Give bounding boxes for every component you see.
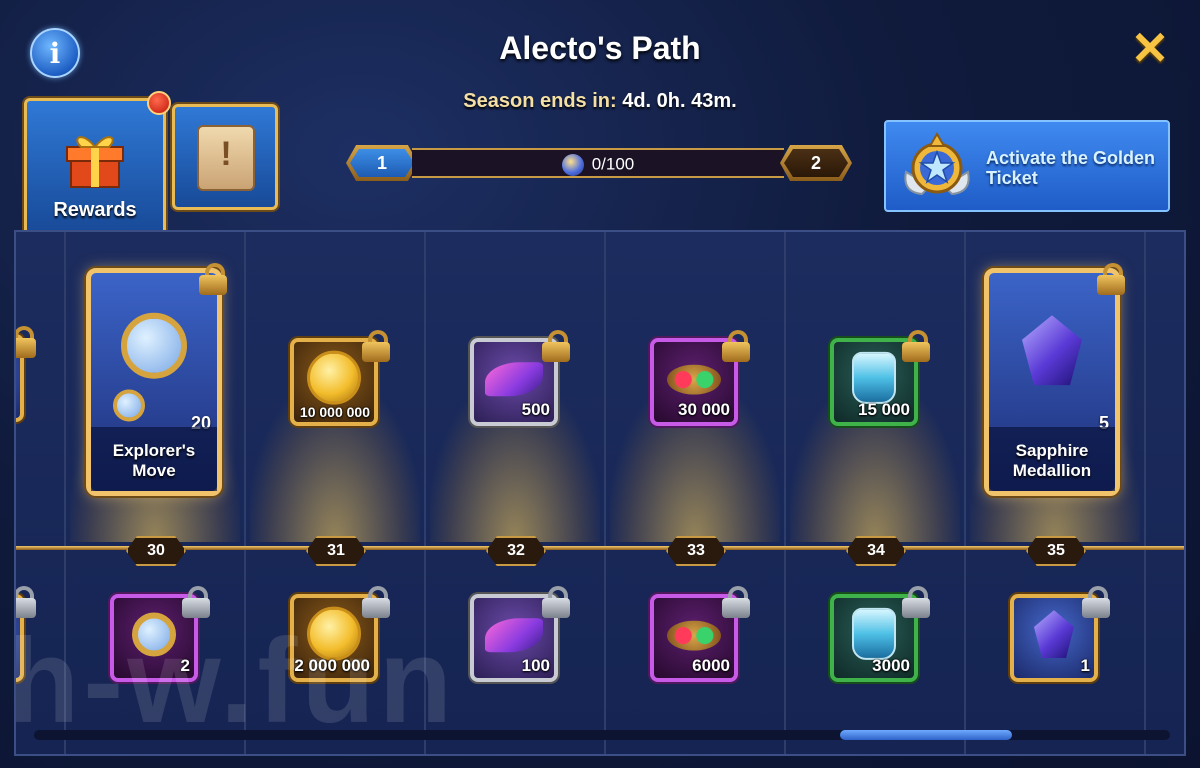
reward-card-sapphire-medallion[interactable]: 5 Sapphire Medallion: [984, 263, 1125, 496]
potion-icon: [852, 351, 896, 404]
level-tag: 30: [126, 536, 186, 566]
sapphire-medallion-icon: [1022, 315, 1082, 386]
item-quantity: 6000: [692, 656, 730, 675]
progress-bar: 0/100: [412, 148, 784, 178]
gold-coin-icon: [307, 350, 361, 405]
season-time: 4d. 0h. 43m.: [622, 90, 737, 112]
reward-track[interactable]: 20 Explorer's Move 10 000 000 500 30 000…: [14, 230, 1186, 756]
column-divider: [964, 232, 966, 754]
lock-icon: [902, 586, 930, 618]
lock-icon: [542, 586, 570, 618]
amulet-icon: [667, 620, 721, 651]
close-button[interactable]: ✕: [1128, 25, 1172, 72]
tab-quests[interactable]: !: [172, 104, 278, 210]
page-title: Alecto's Path: [499, 30, 701, 66]
reward-item-partial[interactable]: [16, 326, 36, 422]
orb-icon: [561, 154, 584, 176]
gift-icon: [66, 136, 124, 188]
reward-item-fragment[interactable]: 100: [470, 586, 570, 682]
horizontal-scrollbar[interactable]: [34, 730, 1170, 740]
level-tag: 32: [486, 536, 546, 566]
reward-item-potion[interactable]: 15 000: [830, 330, 930, 426]
season-label: Season ends in:: [463, 90, 617, 112]
lock-icon: [199, 263, 227, 295]
magnifier-icon: [121, 313, 187, 380]
reward-item-amulet[interactable]: 30 000: [650, 330, 750, 426]
tab-rewards[interactable]: Rewards: [24, 91, 171, 251]
feather-fragment-icon: [485, 362, 543, 397]
level-tag: 33: [666, 536, 726, 566]
lock-icon: [902, 330, 930, 362]
lock-icon: [1082, 586, 1110, 618]
reward-item-gold[interactable]: 10 000 000: [290, 330, 390, 426]
item-quantity: 30 000: [678, 400, 730, 419]
lock-icon: [362, 330, 390, 362]
notification-badge: [147, 91, 171, 115]
golden-ticket-badge-icon: [904, 132, 970, 196]
close-icon: ✕: [1130, 22, 1170, 74]
tab-rewards-label: Rewards: [53, 199, 137, 221]
activate-golden-ticket-button[interactable]: Activate the Golden Ticket: [884, 120, 1170, 212]
lock-icon: [722, 330, 750, 362]
lock-icon: [542, 330, 570, 362]
reward-item-fragment[interactable]: 500: [470, 330, 570, 426]
amulet-icon: [667, 364, 721, 395]
reward-item-potion[interactable]: 3000: [830, 586, 930, 682]
track-divider: [16, 546, 1184, 550]
item-quantity: 500: [521, 400, 550, 419]
level-tag: 31: [306, 536, 366, 566]
sapphire-medallion-icon: [1034, 610, 1074, 659]
level-tag: 35: [1026, 536, 1086, 566]
column-divider: [604, 232, 606, 754]
current-level-badge: 1: [346, 145, 418, 181]
column-divider: [784, 232, 786, 754]
feather-fragment-icon: [485, 618, 543, 653]
scrollbar-thumb[interactable]: [840, 730, 1012, 740]
magnifier-icon: [112, 389, 145, 422]
golden-ticket-label: Activate the Golden Ticket: [986, 148, 1156, 188]
potion-icon: [852, 607, 896, 660]
item-quantity: 1: [1080, 656, 1090, 675]
item-quantity: 3000: [872, 656, 910, 675]
item-quantity: 10 000 000: [299, 404, 370, 420]
item-quantity: 15 000: [858, 400, 910, 419]
reward-item-sapphire-medallion[interactable]: 1: [1010, 586, 1110, 682]
item-quantity: 100: [521, 656, 550, 675]
progress-text: 0/100: [412, 154, 784, 176]
reward-card-explorers-move[interactable]: 20 Explorer's Move: [86, 263, 227, 496]
item-name: Explorer's Move: [112, 441, 196, 480]
lock-icon: [16, 326, 36, 358]
reward-item-amulet[interactable]: 6000: [650, 586, 750, 682]
next-level-badge: 2: [780, 145, 852, 181]
lock-icon: [722, 586, 750, 618]
level-tag: 34: [846, 536, 906, 566]
scroll-icon: !: [197, 125, 255, 191]
lock-icon: [1097, 263, 1125, 295]
item-name: Sapphire Medallion: [1012, 441, 1092, 480]
column-divider: [1144, 232, 1146, 754]
